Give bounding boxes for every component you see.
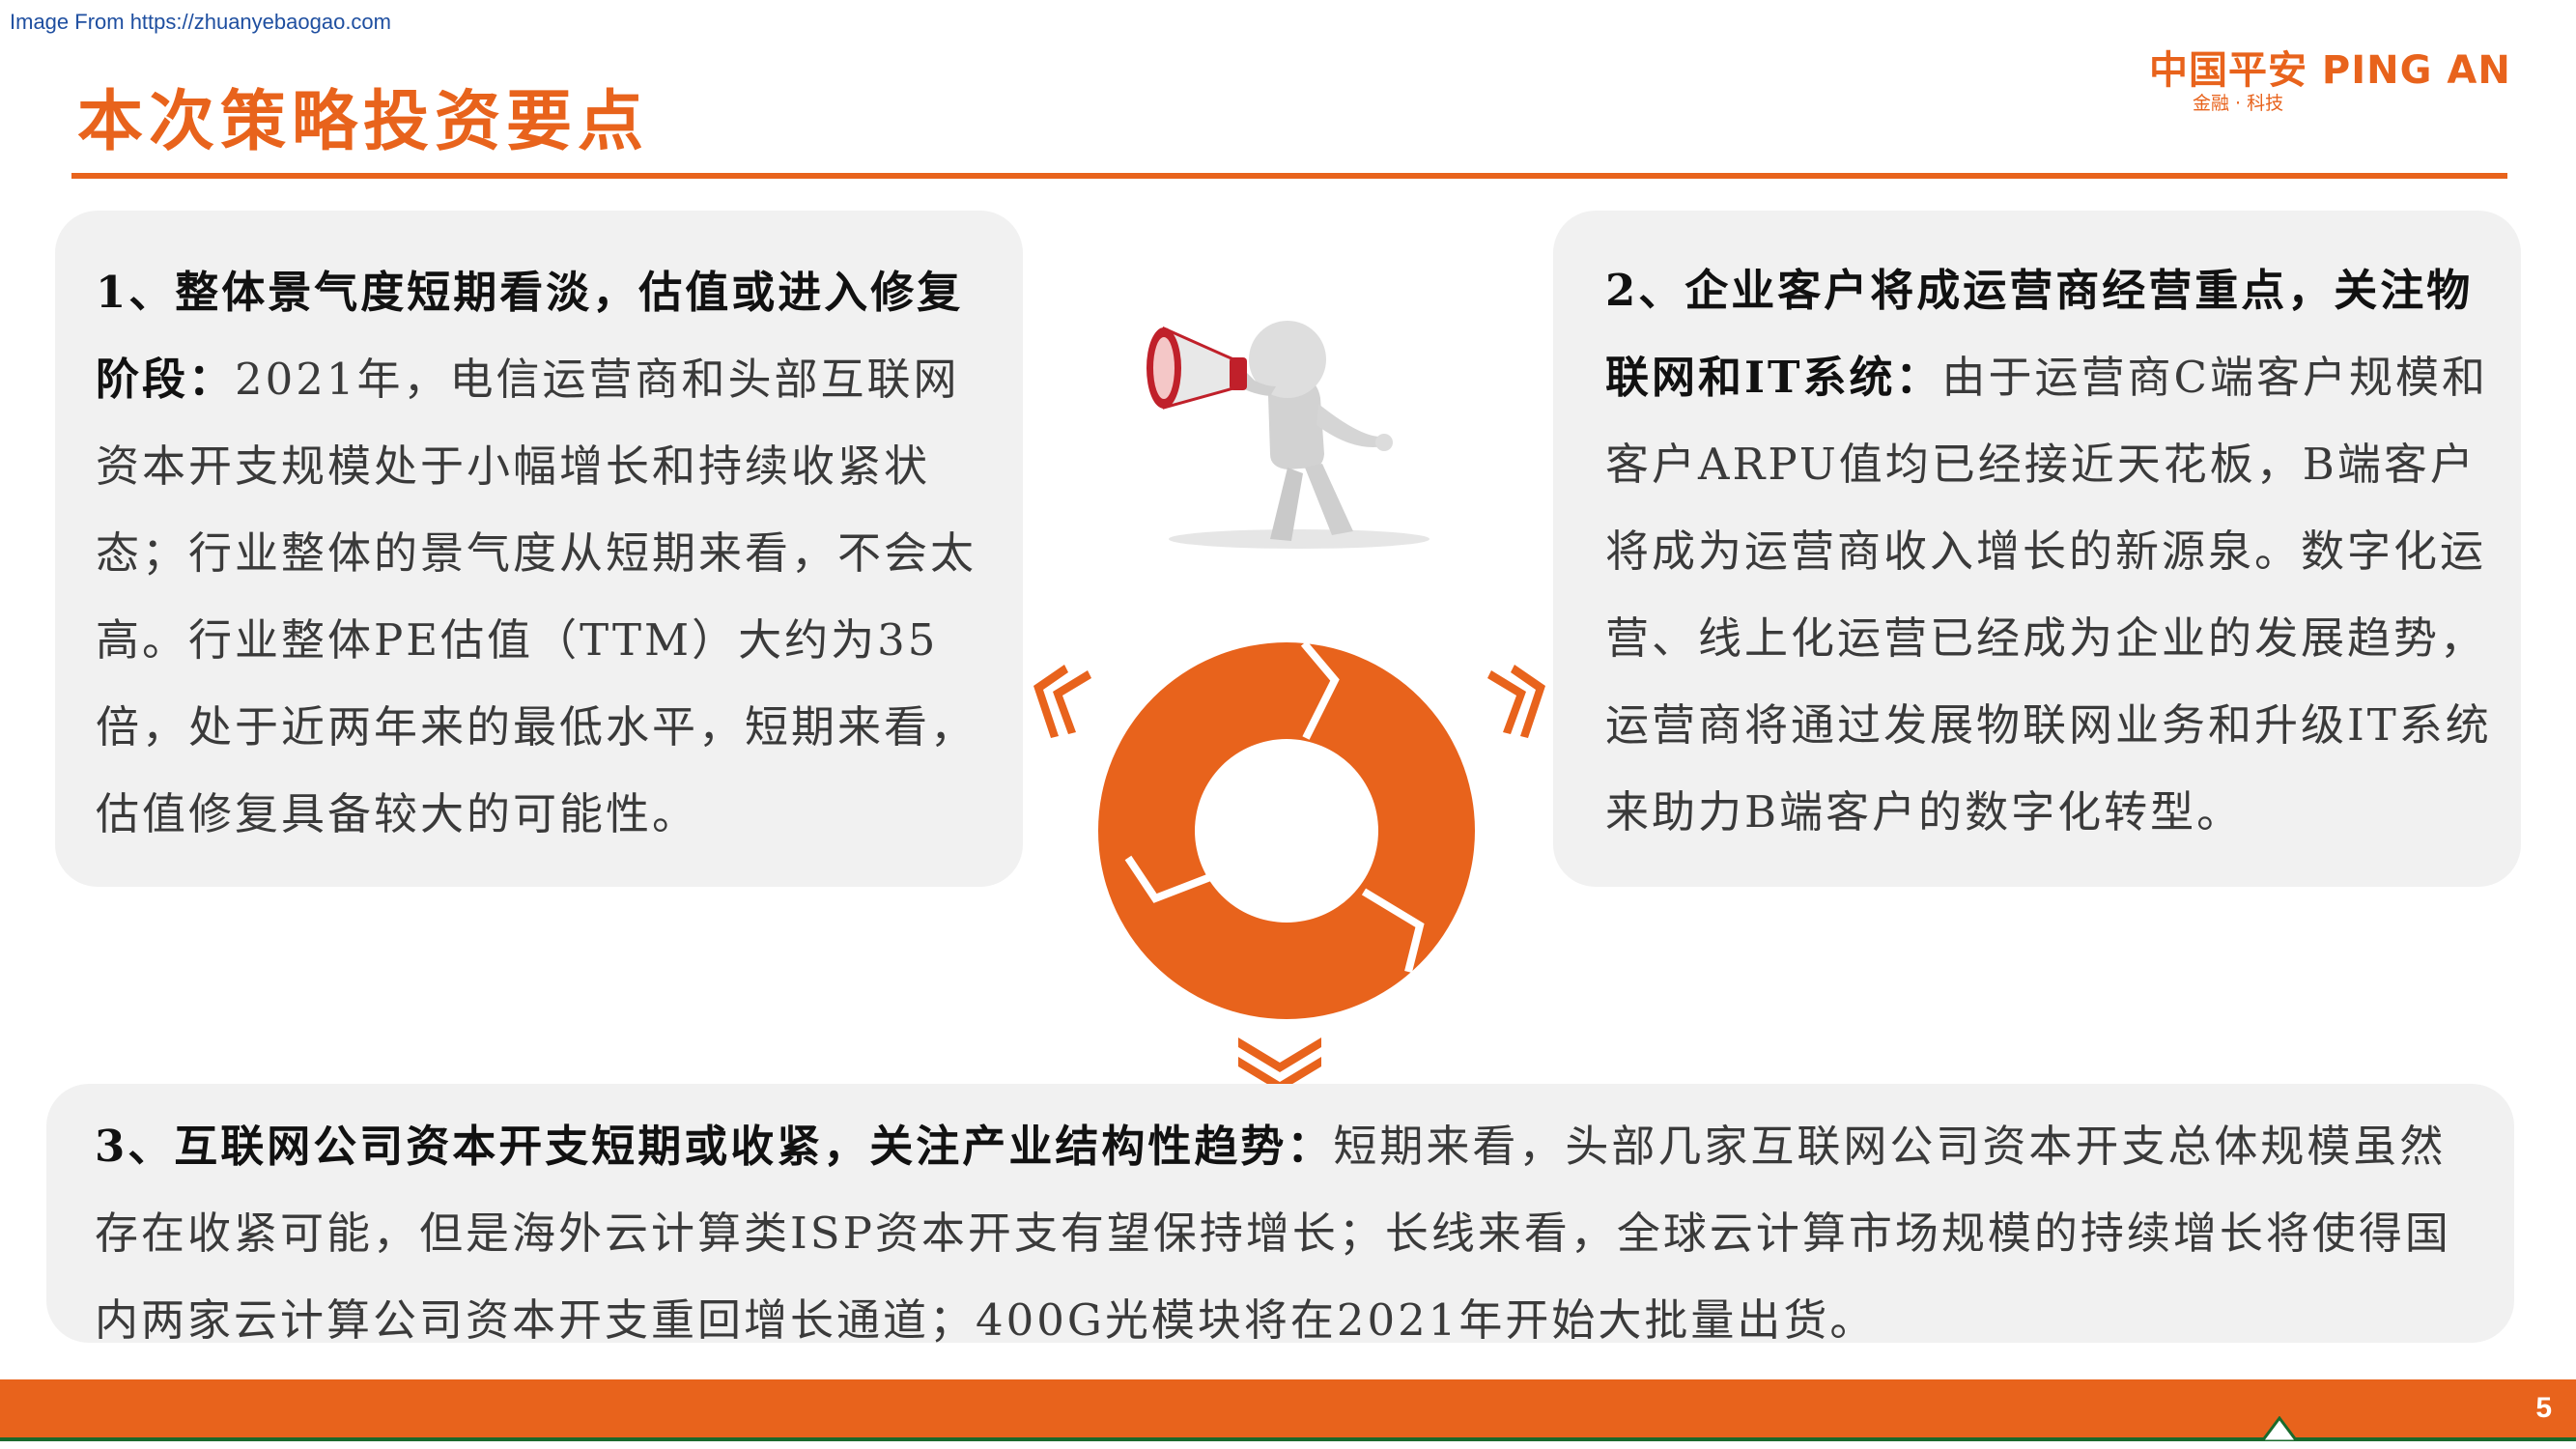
- person-megaphone-icon: [1146, 321, 1430, 549]
- point-card-3: 3、互联网公司资本开支短期或收紧，关注产业结构性趋势：短期来看，头部几家互联网公…: [46, 1084, 2514, 1346]
- point-1-body: 2021年，电信运营商和头部互联网资本开支规模处于小幅增长和持续收紧状态；行业整…: [96, 354, 977, 839]
- footer-line: [0, 1437, 2576, 1441]
- chevron-down-icon: [1238, 1037, 1321, 1092]
- page-number: 5: [2535, 1392, 2552, 1424]
- title-divider: [71, 173, 2507, 179]
- source-watermark: Image From https://zhuanyebaogao.com: [10, 10, 391, 34]
- cycle-ring-icon: [1033, 640, 1545, 1019]
- logo-brand: 中国平安 PING AN: [2149, 48, 2511, 93]
- footer-marker-icon: [2260, 1416, 2299, 1441]
- point-2-body: 由于运营商C端客户规模和客户ARPU值均已经接近天花板，B端客户将成为运营商收入…: [1605, 352, 2492, 838]
- point-card-1: 1、整体景气度短期看淡，估值或进入修复阶段：2021年，电信运营商和头部互联网资…: [55, 211, 1023, 887]
- footer-bar: [0, 1379, 2576, 1437]
- logo-tagline: 金融 · 科技: [2193, 93, 2284, 114]
- point-3-heading: 3、互联网公司资本开支短期或收紧，关注产业结构性趋势：: [95, 1121, 1334, 1172]
- page-title: 本次策略投资要点: [77, 83, 650, 160]
- point-card-2: 2、企业客户将成运营商经营重点，关注物联网和IT系统：由于运营商C端客户规模和客…: [1553, 211, 2521, 887]
- pingan-logo: 中国平安 PING AN 金融 · 科技: [2149, 39, 2545, 116]
